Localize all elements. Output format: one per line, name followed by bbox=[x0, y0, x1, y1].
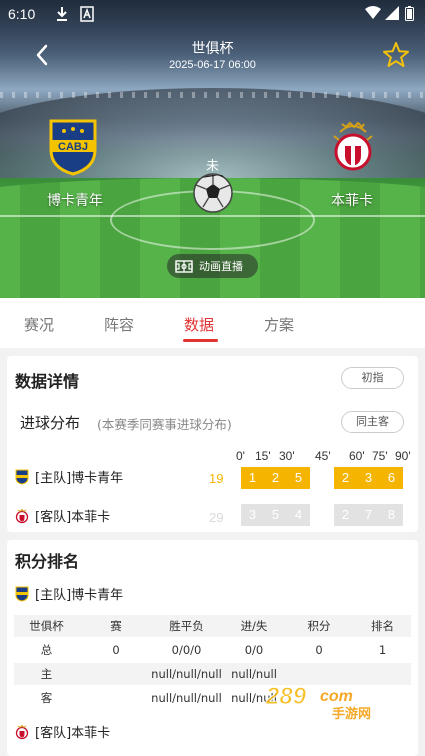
match-datetime: 2025-06-17 06:00 bbox=[169, 59, 256, 71]
away-goal-cell: 8 bbox=[380, 504, 403, 526]
active-tab-indicator bbox=[183, 339, 218, 342]
odds-initial-button[interactable]: 初指 bbox=[341, 367, 404, 389]
away-goal-cell: 4 bbox=[287, 504, 310, 526]
away-goal-cell: 5 bbox=[264, 504, 287, 526]
watermark-brand: 289 bbox=[265, 683, 307, 710]
ranking-title: 积分排名 bbox=[15, 552, 80, 571]
away-goal-cell: 3 bbox=[241, 504, 264, 526]
download-icon bbox=[57, 7, 67, 21]
table-header: 进/失 bbox=[240, 619, 268, 633]
table-header: 赛 bbox=[110, 619, 122, 633]
ranking-away-label: [客队]本菲卡 bbox=[35, 726, 111, 741]
minute-label: 45' bbox=[315, 449, 331, 463]
away-team-mini-logo bbox=[15, 724, 29, 739]
table-cell bbox=[96, 663, 136, 685]
watermark-suffix: com bbox=[320, 688, 353, 705]
status-bar: 6:10 bbox=[0, 0, 425, 30]
match-header: 6:10 世俱杯 2025-06-17 06:00 CABJ 博卡青年 未 本菲… bbox=[0, 0, 425, 298]
signal-icon bbox=[385, 6, 399, 20]
animation-live-label: 动画直播 bbox=[199, 260, 243, 273]
tab-match-status[interactable]: 赛况 bbox=[24, 314, 54, 335]
away-team-label: [客队]本菲卡 bbox=[35, 510, 111, 525]
data-detail-title: 数据详情 bbox=[15, 372, 80, 391]
table-cell: 0/0 bbox=[244, 643, 264, 657]
home-goal-cell: 6 bbox=[380, 467, 403, 489]
data-detail-card: 数据详情 初指 进球分布 (本赛季同赛事进球分布) 同主客 0' 15' 30'… bbox=[7, 356, 418, 532]
home-goal-cell: 5 bbox=[287, 467, 310, 489]
same-venue-filter-button[interactable]: 同主客 bbox=[341, 411, 404, 433]
away-team-row-label: [客队]本菲卡 bbox=[15, 506, 110, 525]
tab-lineup[interactable]: 阵容 bbox=[104, 314, 134, 335]
home-team-mini-logo bbox=[15, 586, 29, 602]
table-header: 世俱杯 bbox=[29, 619, 64, 633]
home-team-label: [主队]博卡青年 bbox=[35, 471, 124, 486]
stadium-lights bbox=[0, 92, 425, 98]
away-team-name[interactable]: 本菲卡 bbox=[307, 190, 397, 210]
table-cell: 0/0/0 bbox=[171, 643, 202, 657]
table-cell: 0 bbox=[315, 643, 323, 657]
away-team-logo[interactable] bbox=[330, 118, 376, 180]
table-cell: 0 bbox=[112, 643, 120, 657]
home-goal-cell: 1 bbox=[241, 467, 264, 489]
minute-label: 90' bbox=[395, 449, 411, 463]
table-header-row: 世俱杯 赛 胜平负 进/失 积分 排名 bbox=[14, 615, 411, 637]
site-watermark-logo: 289 com 手游网 bbox=[265, 683, 372, 721]
table-header: 胜平负 bbox=[169, 619, 204, 633]
home-team-row-label: [主队]博卡青年 bbox=[15, 467, 123, 486]
battery-icon bbox=[405, 6, 414, 21]
favorite-star-icon[interactable] bbox=[382, 41, 410, 69]
table-cell bbox=[96, 687, 136, 709]
table-cell: 主 bbox=[40, 667, 53, 681]
away-goal-cell: 7 bbox=[357, 504, 380, 526]
pitch-icon bbox=[175, 259, 193, 273]
away-goal-total: 29 bbox=[209, 510, 224, 525]
ranking-home-team: [主队]博卡青年 bbox=[15, 584, 123, 603]
wifi-icon bbox=[365, 6, 381, 19]
table-cell: null/null/null bbox=[151, 691, 222, 705]
table-header: 排名 bbox=[371, 619, 394, 633]
table-cell: 客 bbox=[40, 691, 53, 705]
away-goal-cell: 2 bbox=[334, 504, 357, 526]
ranking-away-team: [客队]本菲卡 bbox=[15, 722, 110, 741]
home-logo-text: CABJ bbox=[58, 141, 88, 153]
minute-label: 75' bbox=[372, 449, 388, 463]
goal-distribution-title: 进球分布 bbox=[20, 414, 81, 432]
minute-label: 60' bbox=[349, 449, 365, 463]
table-row: 总 0 0/0/0 0/0 0 1 bbox=[14, 639, 411, 661]
away-team-mini-logo bbox=[15, 508, 29, 523]
minute-label: 15' bbox=[255, 449, 271, 463]
tab-data[interactable]: 数据 bbox=[184, 314, 214, 335]
competition-title: 世俱杯 bbox=[191, 41, 234, 57]
tab-plan[interactable]: 方案 bbox=[264, 314, 294, 335]
status-time: 6:10 bbox=[8, 6, 36, 22]
home-team-name[interactable]: 博卡青年 bbox=[30, 190, 120, 210]
tab-bar: 赛况 阵容 数据 方案 bbox=[0, 298, 425, 348]
football-icon bbox=[193, 173, 233, 213]
home-goal-cell: 2 bbox=[264, 467, 287, 489]
home-goal-cell: 3 bbox=[357, 467, 380, 489]
font-icon bbox=[80, 6, 94, 22]
goal-distribution-note: (本赛季同赛事进球分布) bbox=[97, 417, 232, 432]
minute-label: 30' bbox=[279, 449, 295, 463]
minute-label: 0' bbox=[236, 449, 245, 463]
table-cell: null/null/null bbox=[151, 667, 222, 681]
home-team-mini-logo bbox=[15, 469, 29, 485]
home-goal-total: 19 bbox=[209, 471, 224, 486]
watermark-tagline: 手游网 bbox=[332, 706, 371, 720]
table-cell: 1 bbox=[378, 643, 387, 657]
home-goal-cell: 2 bbox=[334, 467, 357, 489]
table-header: 积分 bbox=[307, 619, 331, 633]
ranking-home-label: [主队]博卡青年 bbox=[35, 588, 124, 603]
table-cell: 总 bbox=[40, 643, 53, 657]
ranking-card: 积分排名 [主队]博卡青年 世俱杯 赛 胜平负 进/失 积分 排名 总 0 0/… bbox=[7, 540, 418, 756]
animation-live-button[interactable]: 动画直播 bbox=[167, 254, 258, 278]
